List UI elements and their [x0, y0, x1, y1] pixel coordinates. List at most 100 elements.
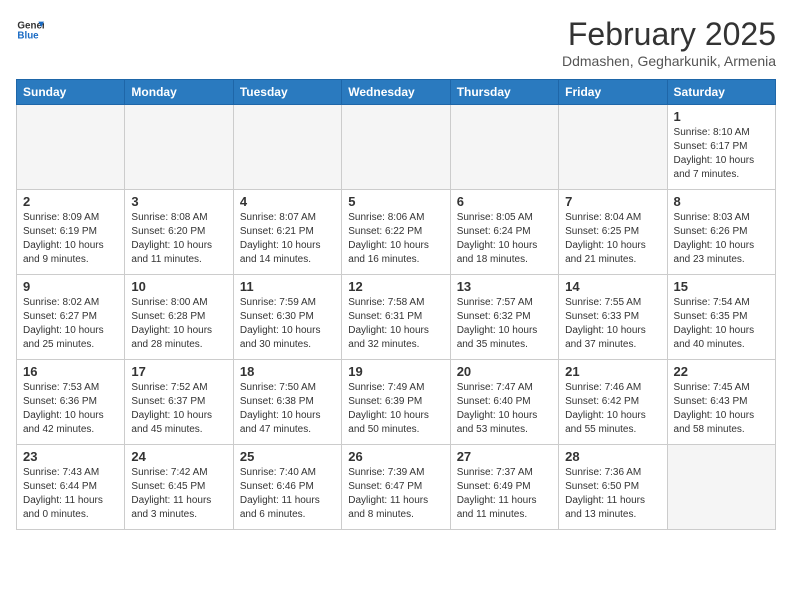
day-info: Sunrise: 7:42 AM Sunset: 6:45 PM Dayligh…	[131, 466, 226, 522]
day-number: 12	[348, 279, 443, 294]
logo-icon: General Blue	[16, 16, 44, 44]
day-number: 1	[674, 109, 769, 124]
day-info: Sunrise: 7:49 AM Sunset: 6:39 PM Dayligh…	[348, 381, 443, 437]
column-header-tuesday: Tuesday	[233, 80, 341, 105]
calendar-cell: 18Sunrise: 7:50 AM Sunset: 6:38 PM Dayli…	[233, 360, 341, 445]
day-info: Sunrise: 7:36 AM Sunset: 6:50 PM Dayligh…	[565, 466, 660, 522]
day-info: Sunrise: 8:05 AM Sunset: 6:24 PM Dayligh…	[457, 211, 552, 267]
day-info: Sunrise: 8:08 AM Sunset: 6:20 PM Dayligh…	[131, 211, 226, 267]
day-number: 20	[457, 364, 552, 379]
week-row-5: 23Sunrise: 7:43 AM Sunset: 6:44 PM Dayli…	[17, 445, 776, 530]
day-info: Sunrise: 8:02 AM Sunset: 6:27 PM Dayligh…	[23, 296, 118, 352]
week-row-3: 9 Sunrise: 8:02 AM Sunset: 6:27 PM Daylig…	[17, 275, 776, 360]
calendar-cell: 9 Sunrise: 8:02 AM Sunset: 6:27 PM Daylig…	[17, 275, 125, 360]
calendar-cell: 13 Sunrise: 7:57 AM Sunset: 6:32 PM Dayli…	[450, 275, 558, 360]
column-header-friday: Friday	[559, 80, 667, 105]
day-info: Sunrise: 7:40 AM Sunset: 6:46 PM Dayligh…	[240, 466, 335, 522]
day-number: 24	[131, 449, 226, 464]
calendar-cell	[125, 105, 233, 190]
month-title: February 2025	[562, 16, 776, 53]
page-header: General Blue February 2025 Ddmashen, Geg…	[16, 16, 776, 69]
day-number: 7	[565, 194, 660, 209]
calendar-cell: 8Sunrise: 8:03 AM Sunset: 6:26 PM Daylig…	[667, 190, 775, 275]
calendar-cell: 5 Sunrise: 8:06 AM Sunset: 6:22 PM Daylig…	[342, 190, 450, 275]
day-number: 17	[131, 364, 226, 379]
day-number: 10	[131, 279, 226, 294]
day-info: Sunrise: 7:59 AM Sunset: 6:30 PM Dayligh…	[240, 296, 335, 352]
day-info: Sunrise: 7:54 AM Sunset: 6:35 PM Dayligh…	[674, 296, 769, 352]
day-number: 27	[457, 449, 552, 464]
location: Ddmashen, Gegharkunik, Armenia	[562, 53, 776, 69]
day-info: Sunrise: 8:07 AM Sunset: 6:21 PM Dayligh…	[240, 211, 335, 267]
calendar-cell: 27 Sunrise: 7:37 AM Sunset: 6:49 PM Dayli…	[450, 445, 558, 530]
calendar-cell: 19 Sunrise: 7:49 AM Sunset: 6:39 PM Dayli…	[342, 360, 450, 445]
day-number: 28	[565, 449, 660, 464]
day-info: Sunrise: 7:39 AM Sunset: 6:47 PM Dayligh…	[348, 466, 443, 522]
calendar-cell: 2 Sunrise: 8:09 AM Sunset: 6:19 PM Daylig…	[17, 190, 125, 275]
calendar-cell: 6 Sunrise: 8:05 AM Sunset: 6:24 PM Daylig…	[450, 190, 558, 275]
calendar-cell: 25 Sunrise: 7:40 AM Sunset: 6:46 PM Dayli…	[233, 445, 341, 530]
day-info: Sunrise: 8:04 AM Sunset: 6:25 PM Dayligh…	[565, 211, 660, 267]
calendar-cell: 1 Sunrise: 8:10 AM Sunset: 6:17 PM Daylig…	[667, 105, 775, 190]
day-info: Sunrise: 8:10 AM Sunset: 6:17 PM Dayligh…	[674, 126, 769, 182]
day-info: Sunrise: 7:57 AM Sunset: 6:32 PM Dayligh…	[457, 296, 552, 352]
day-number: 23	[23, 449, 118, 464]
calendar-cell: 3Sunrise: 8:08 AM Sunset: 6:20 PM Daylig…	[125, 190, 233, 275]
day-info: Sunrise: 8:09 AM Sunset: 6:19 PM Dayligh…	[23, 211, 118, 267]
calendar-cell: 24 Sunrise: 7:42 AM Sunset: 6:45 PM Dayli…	[125, 445, 233, 530]
day-number: 2	[23, 194, 118, 209]
day-number: 21	[565, 364, 660, 379]
calendar-cell	[667, 445, 775, 530]
calendar-cell: 11Sunrise: 7:59 AM Sunset: 6:30 PM Dayli…	[233, 275, 341, 360]
day-info: Sunrise: 7:55 AM Sunset: 6:33 PM Dayligh…	[565, 296, 660, 352]
calendar-cell: 10 Sunrise: 8:00 AM Sunset: 6:28 PM Dayli…	[125, 275, 233, 360]
calendar-cell: 22 Sunrise: 7:45 AM Sunset: 6:43 PM Dayli…	[667, 360, 775, 445]
week-row-1: 1 Sunrise: 8:10 AM Sunset: 6:17 PM Daylig…	[17, 105, 776, 190]
day-number: 25	[240, 449, 335, 464]
calendar-cell: 7 Sunrise: 8:04 AM Sunset: 6:25 PM Daylig…	[559, 190, 667, 275]
calendar-cell: 12 Sunrise: 7:58 AM Sunset: 6:31 PM Dayli…	[342, 275, 450, 360]
day-number: 19	[348, 364, 443, 379]
day-number: 4	[240, 194, 335, 209]
calendar-cell: 15 Sunrise: 7:54 AM Sunset: 6:35 PM Dayli…	[667, 275, 775, 360]
day-info: Sunrise: 7:46 AM Sunset: 6:42 PM Dayligh…	[565, 381, 660, 437]
column-header-saturday: Saturday	[667, 80, 775, 105]
calendar-cell	[559, 105, 667, 190]
calendar-cell: 21 Sunrise: 7:46 AM Sunset: 6:42 PM Dayli…	[559, 360, 667, 445]
day-info: Sunrise: 7:50 AM Sunset: 6:38 PM Dayligh…	[240, 381, 335, 437]
column-header-thursday: Thursday	[450, 80, 558, 105]
calendar-cell: 26 Sunrise: 7:39 AM Sunset: 6:47 PM Dayli…	[342, 445, 450, 530]
day-number: 13	[457, 279, 552, 294]
title-section: February 2025 Ddmashen, Gegharkunik, Arm…	[562, 16, 776, 69]
calendar-cell: 14 Sunrise: 7:55 AM Sunset: 6:33 PM Dayli…	[559, 275, 667, 360]
column-header-wednesday: Wednesday	[342, 80, 450, 105]
day-info: Sunrise: 8:00 AM Sunset: 6:28 PM Dayligh…	[131, 296, 226, 352]
column-header-sunday: Sunday	[17, 80, 125, 105]
day-info: Sunrise: 7:58 AM Sunset: 6:31 PM Dayligh…	[348, 296, 443, 352]
calendar-cell: 16 Sunrise: 7:53 AM Sunset: 6:36 PM Dayli…	[17, 360, 125, 445]
day-number: 26	[348, 449, 443, 464]
calendar-cell: 17Sunrise: 7:52 AM Sunset: 6:37 PM Dayli…	[125, 360, 233, 445]
calendar-cell	[233, 105, 341, 190]
calendar-cell: 28 Sunrise: 7:36 AM Sunset: 6:50 PM Dayli…	[559, 445, 667, 530]
calendar-cell: 20 Sunrise: 7:47 AM Sunset: 6:40 PM Dayli…	[450, 360, 558, 445]
day-info: Sunrise: 7:53 AM Sunset: 6:36 PM Dayligh…	[23, 381, 118, 437]
day-number: 22	[674, 364, 769, 379]
day-number: 14	[565, 279, 660, 294]
day-info: Sunrise: 7:47 AM Sunset: 6:40 PM Dayligh…	[457, 381, 552, 437]
day-info: Sunrise: 7:37 AM Sunset: 6:49 PM Dayligh…	[457, 466, 552, 522]
day-info: Sunrise: 8:06 AM Sunset: 6:22 PM Dayligh…	[348, 211, 443, 267]
calendar-cell: 23Sunrise: 7:43 AM Sunset: 6:44 PM Dayli…	[17, 445, 125, 530]
calendar-cell	[450, 105, 558, 190]
calendar-cell	[342, 105, 450, 190]
calendar-cell: 4 Sunrise: 8:07 AM Sunset: 6:21 PM Daylig…	[233, 190, 341, 275]
day-number: 6	[457, 194, 552, 209]
day-info: Sunrise: 7:45 AM Sunset: 6:43 PM Dayligh…	[674, 381, 769, 437]
day-number: 16	[23, 364, 118, 379]
day-number: 5	[348, 194, 443, 209]
day-number: 15	[674, 279, 769, 294]
calendar-cell	[17, 105, 125, 190]
day-number: 9	[23, 279, 118, 294]
week-row-2: 2 Sunrise: 8:09 AM Sunset: 6:19 PM Daylig…	[17, 190, 776, 275]
logo: General Blue	[16, 16, 44, 44]
